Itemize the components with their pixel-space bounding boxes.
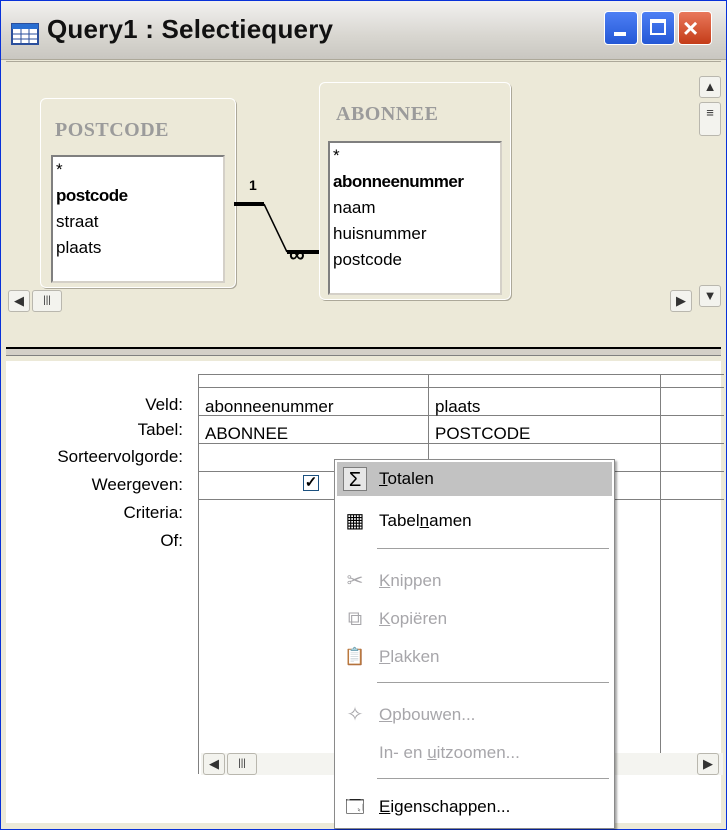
join-one-label: 1 xyxy=(249,177,257,193)
scroll-thumb-grip-icon: ||| xyxy=(43,295,51,306)
grid-scroll-right-button[interactable]: ▶ xyxy=(697,753,719,775)
menu-item-label: Opbouwen... xyxy=(379,705,476,724)
context-menu: Σ Totalen ▦ Tabelnamen ✂ Knippen ⧉ Kopië… xyxy=(334,459,615,829)
paste-icon: 📋 xyxy=(344,647,366,666)
menu-item-label: Totalen xyxy=(379,469,434,488)
query-window: Query1 : Selectiequery × POSTCODE * post… xyxy=(0,0,727,830)
close-button[interactable]: × xyxy=(678,11,712,45)
grid-cell-veld-2[interactable]: plaats xyxy=(435,397,480,417)
row-label-criteria: Criteria: xyxy=(123,503,183,522)
grid-scroll-thumb[interactable]: ||| xyxy=(227,753,257,775)
scroll-up-button[interactable]: ▲ xyxy=(699,76,721,98)
horizontal-scroll-thumb[interactable]: ||| xyxy=(32,290,62,312)
scroll-down-button[interactable]: ▼ xyxy=(699,285,721,307)
menu-item-label: Kopiëren xyxy=(379,609,448,628)
title-bar[interactable]: Query1 : Selectiequery × xyxy=(1,1,726,60)
menu-item-kopieren: ⧉ Kopiëren xyxy=(337,602,612,636)
join-line[interactable] xyxy=(6,62,721,322)
menu-item-label: Knippen xyxy=(379,571,442,590)
menu-item-opbouwen: ✧ Opbouwen... xyxy=(337,698,612,732)
menu-item-eigenschappen[interactable]: 🗔 Eigenschappen... xyxy=(337,790,612,824)
maximize-icon xyxy=(650,19,666,35)
row-label-of: Of: xyxy=(160,531,183,550)
query-window-icon xyxy=(11,23,39,45)
grid-cell-veld-1[interactable]: abonneenummer xyxy=(205,397,334,417)
window-title: Query1 : Selectiequery xyxy=(47,14,334,44)
scroll-up-icon: ▲ xyxy=(703,79,717,94)
scroll-down-icon: ▼ xyxy=(703,288,717,303)
menu-item-label: Plakken xyxy=(379,647,440,666)
menu-item-label: In- en uitzoomen... xyxy=(379,743,520,762)
vertical-scroll-thumb[interactable]: ≡ xyxy=(699,102,721,136)
close-icon: × xyxy=(683,13,699,43)
menu-item-totalen[interactable]: Σ Totalen xyxy=(337,462,612,496)
pane-splitter[interactable] xyxy=(6,347,721,356)
menu-item-knippen: ✂ Knippen xyxy=(337,564,612,598)
menu-item-label: Tabelnamen xyxy=(379,511,472,530)
menu-item-in-en-uitzoomen: In- en uitzoomen... xyxy=(337,736,612,770)
minimize-icon xyxy=(614,32,626,36)
menu-separator xyxy=(377,778,609,779)
scroll-right-icon: ▶ xyxy=(703,756,713,771)
scroll-thumb-grip-icon: ||| xyxy=(238,758,246,769)
row-label-weergeven: Weergeven: xyxy=(91,475,183,494)
copy-icon: ⧉ xyxy=(347,608,363,630)
menu-item-plakken: 📋 Plakken xyxy=(337,640,612,674)
scroll-left-button[interactable]: ◀ xyxy=(8,290,30,312)
scroll-left-icon: ◀ xyxy=(14,293,24,308)
menu-separator xyxy=(377,548,609,549)
scroll-right-button[interactable]: ▶ xyxy=(670,290,692,312)
properties-icon: 🗔 xyxy=(345,797,365,817)
row-label-veld: Veld: xyxy=(145,395,183,414)
menu-separator xyxy=(377,682,609,683)
join-many-label: ∞ xyxy=(289,242,305,267)
show-checkbox-1[interactable]: ✓ xyxy=(303,475,319,491)
scroll-thumb-grip-icon: ≡ xyxy=(706,105,714,120)
row-label-tabel: Tabel: xyxy=(137,420,183,439)
scroll-right-icon: ▶ xyxy=(676,293,686,308)
grid-scroll-left-button[interactable]: ◀ xyxy=(203,753,225,775)
minimize-button[interactable] xyxy=(604,11,638,45)
build-wand-icon: ✧ xyxy=(346,704,364,726)
scroll-left-icon: ◀ xyxy=(209,756,219,771)
row-label-sorteervolgorde: Sorteervolgorde: xyxy=(57,447,183,466)
grid-cell-tabel-1[interactable]: ABONNEE xyxy=(205,424,288,444)
table-names-icon: ▦ xyxy=(345,510,365,532)
maximize-button[interactable] xyxy=(641,11,675,45)
scissors-icon: ✂ xyxy=(346,570,364,592)
menu-item-tabelnamen[interactable]: ▦ Tabelnamen xyxy=(337,504,612,538)
table-diagram-pane: POSTCODE * postcode straat plaats ABONNE… xyxy=(6,61,721,322)
menu-item-label: Eigenschappen... xyxy=(379,797,511,816)
grid-cell-tabel-2[interactable]: POSTCODE xyxy=(435,424,530,444)
sigma-icon: Σ xyxy=(343,467,367,491)
